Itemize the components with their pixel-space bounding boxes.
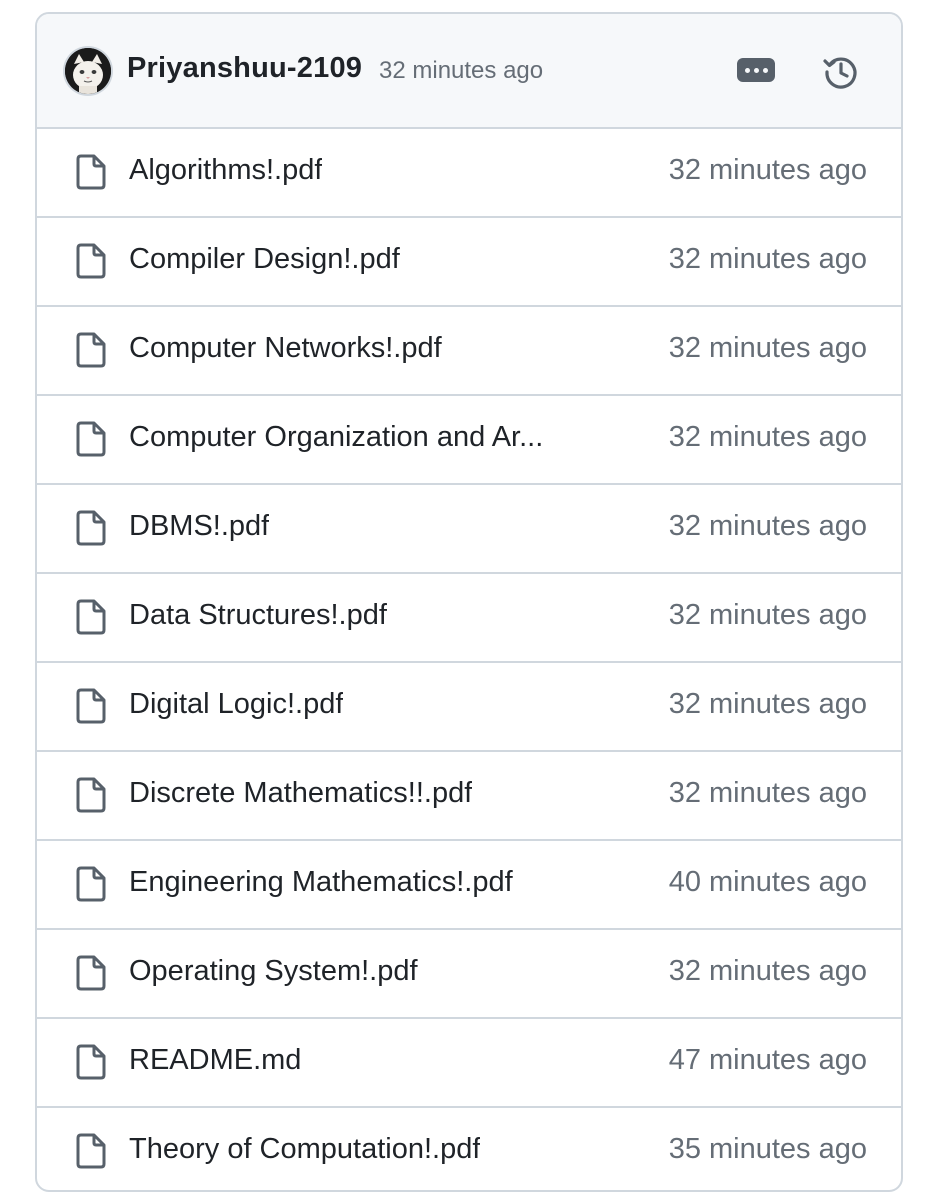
file-icon [74,153,108,191]
file-icon [74,687,108,725]
file-rows: Algorithms!.pdf 32 minutes ago Compiler De… [37,129,901,1190]
file-row[interactable]: Engineering Mathematics!.pdf 40 minutes a… [37,841,901,930]
file-commit-time: 32 minutes ago [668,688,867,720]
file-row[interactable]: DBMS!.pdf 32 minutes ago [37,485,901,574]
latest-commit-header: Priyanshuu-2109 32 minutes ago [37,14,901,129]
file-list-box: Priyanshuu-2109 32 minutes ago Algorithm… [35,12,903,1192]
kebab-horizontal-icon [744,67,750,73]
file-row[interactable]: Algorithms!.pdf 32 minutes ago [37,129,901,218]
file-name-link[interactable]: Compiler Design!.pdf [129,243,400,276]
file-icon [74,1132,108,1170]
file-icon [74,776,108,814]
file-row[interactable]: Digital Logic!.pdf 32 minutes ago [37,663,901,752]
commit-author-link[interactable]: Priyanshuu-2109 [127,52,362,85]
file-commit-time: 32 minutes ago [668,243,867,275]
file-commit-time: 32 minutes ago [668,599,867,631]
file-row[interactable]: Computer Networks!.pdf 32 minutes ago [37,307,901,396]
file-name-link[interactable]: Algorithms!.pdf [129,154,322,187]
cat-avatar-icon [65,48,111,94]
file-name-link[interactable]: Data Structures!.pdf [129,599,387,632]
history-icon [823,57,857,89]
file-icon [74,420,108,458]
file-commit-time: 32 minutes ago [668,332,867,364]
file-icon [74,1043,108,1081]
file-commit-time: 35 minutes ago [668,1133,867,1165]
kebab-dot [762,67,768,73]
kebab-dot [753,67,759,73]
file-commit-time: 40 minutes ago [668,866,867,898]
commit-time: 32 minutes ago [379,57,544,84]
file-icon [74,509,108,547]
file-name-link[interactable]: Operating System!.pdf [129,955,418,988]
file-row[interactable]: README.md 47 minutes ago [37,1019,901,1108]
file-name-link[interactable]: Digital Logic!.pdf [129,688,343,721]
file-name-link[interactable]: README.md [129,1044,301,1077]
file-name-link[interactable]: Engineering Mathematics!.pdf [129,866,513,899]
file-row[interactable]: Operating System!.pdf 32 minutes ago [37,930,901,1019]
file-icon [74,865,108,903]
file-icon [74,331,108,369]
file-commit-time: 32 minutes ago [668,421,867,453]
file-row[interactable]: Data Structures!.pdf 32 minutes ago [37,574,901,663]
file-icon [74,598,108,636]
file-commit-time: 32 minutes ago [668,777,867,809]
file-row[interactable]: Computer Organization and Ar... 32 minute… [37,396,901,485]
file-commit-time: 32 minutes ago [668,955,867,987]
file-row[interactable]: Compiler Design!.pdf 32 minutes ago [37,218,901,307]
file-name-link[interactable]: Computer Networks!.pdf [129,332,442,365]
file-row[interactable]: Theory of Computation!.pdf 35 minutes ago [37,1108,901,1190]
file-name-link[interactable]: DBMS!.pdf [129,510,269,543]
file-icon [74,242,108,280]
history-button[interactable] [821,52,861,92]
more-options-button[interactable] [737,58,775,82]
file-commit-time: 32 minutes ago [668,154,867,186]
file-name-link[interactable]: Computer Organization and Ar... [129,421,543,454]
file-commit-time: 47 minutes ago [668,1044,867,1076]
avatar[interactable] [65,48,111,94]
file-commit-time: 32 minutes ago [668,510,867,542]
file-name-link[interactable]: Discrete Mathematics!!.pdf [129,777,472,810]
file-row[interactable]: Discrete Mathematics!!.pdf 32 minutes ago [37,752,901,841]
file-icon [74,954,108,992]
file-name-link[interactable]: Theory of Computation!.pdf [129,1133,480,1166]
